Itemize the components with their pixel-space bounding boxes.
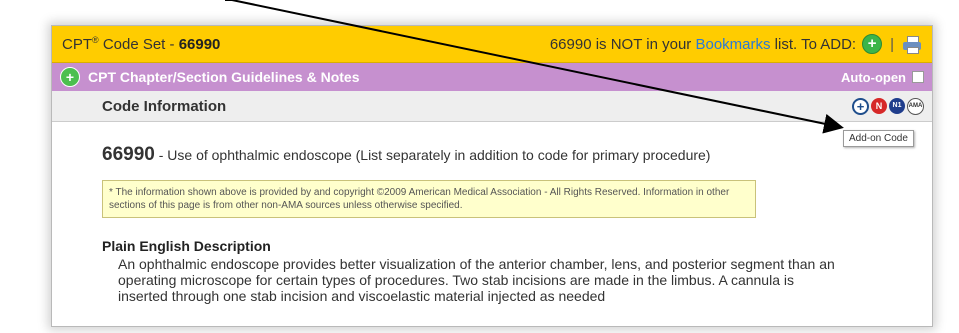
add-on-icon[interactable]: +: [852, 97, 869, 115]
add-bookmark-icon[interactable]: +: [862, 34, 883, 54]
bookmark-prefix: 66990 is NOT in your: [549, 35, 696, 53]
expand-plus-icon[interactable]: +: [60, 67, 80, 87]
guidelines-bar[interactable]: + CPT Chapter/Section Guidelines & Notes…: [52, 63, 932, 91]
auto-open-checkbox[interactable]: [912, 71, 924, 83]
bookmark-suffix: list. To ADD:: [770, 35, 857, 53]
registered-mark: ®: [92, 35, 99, 45]
code-number: 66990: [102, 144, 155, 165]
ama-icon[interactable]: AMA: [907, 97, 924, 115]
code-set-header: CPT® Code Set - 66990 66990 is NOT in yo…: [52, 26, 932, 63]
add-on-code-tooltip: Add-on Code: [843, 130, 914, 147]
code-flag-icons: + N N1 AMA: [852, 97, 924, 115]
code-information-bar: Code Information + N N1 AMA: [52, 91, 932, 122]
guidelines-title[interactable]: CPT Chapter/Section Guidelines & Notes: [88, 69, 841, 85]
code-information-title: Code Information: [102, 97, 227, 115]
bookmark-message: 66990 is NOT in your Bookmarks list. To …: [550, 36, 856, 53]
code-set-title: CPT® Code Set - 66990: [62, 35, 550, 53]
code-content: 66990 - Use of ophthalmic endoscope (Lis…: [52, 144, 932, 304]
code-line: 66990 - Use of ophthalmic endoscope (Lis…: [102, 144, 932, 166]
auto-open-label: Auto-open: [841, 69, 906, 85]
plain-english-title: Plain English Description: [102, 238, 271, 254]
new-code-icon[interactable]: N: [871, 97, 887, 114]
n1-icon[interactable]: N1: [889, 97, 905, 114]
code-panel: CPT® Code Set - 66990 66990 is NOT in yo…: [51, 25, 933, 327]
code-description: - Use of ophthalmic endoscope (List sepa…: [154, 147, 711, 163]
code-set-label: Code Set -: [102, 36, 179, 53]
ama-copyright-note: * The information shown above is provide…: [102, 180, 756, 218]
auto-open-control[interactable]: Auto-open: [841, 70, 924, 85]
header-code: 66990: [178, 36, 221, 53]
bookmarks-link[interactable]: Bookmarks: [695, 36, 770, 53]
header-separator: |: [890, 35, 894, 53]
plain-english-text: An ophthalmic endoscope provides better …: [118, 256, 835, 304]
cpt-label: CPT: [62, 36, 92, 53]
print-icon[interactable]: [902, 36, 922, 54]
